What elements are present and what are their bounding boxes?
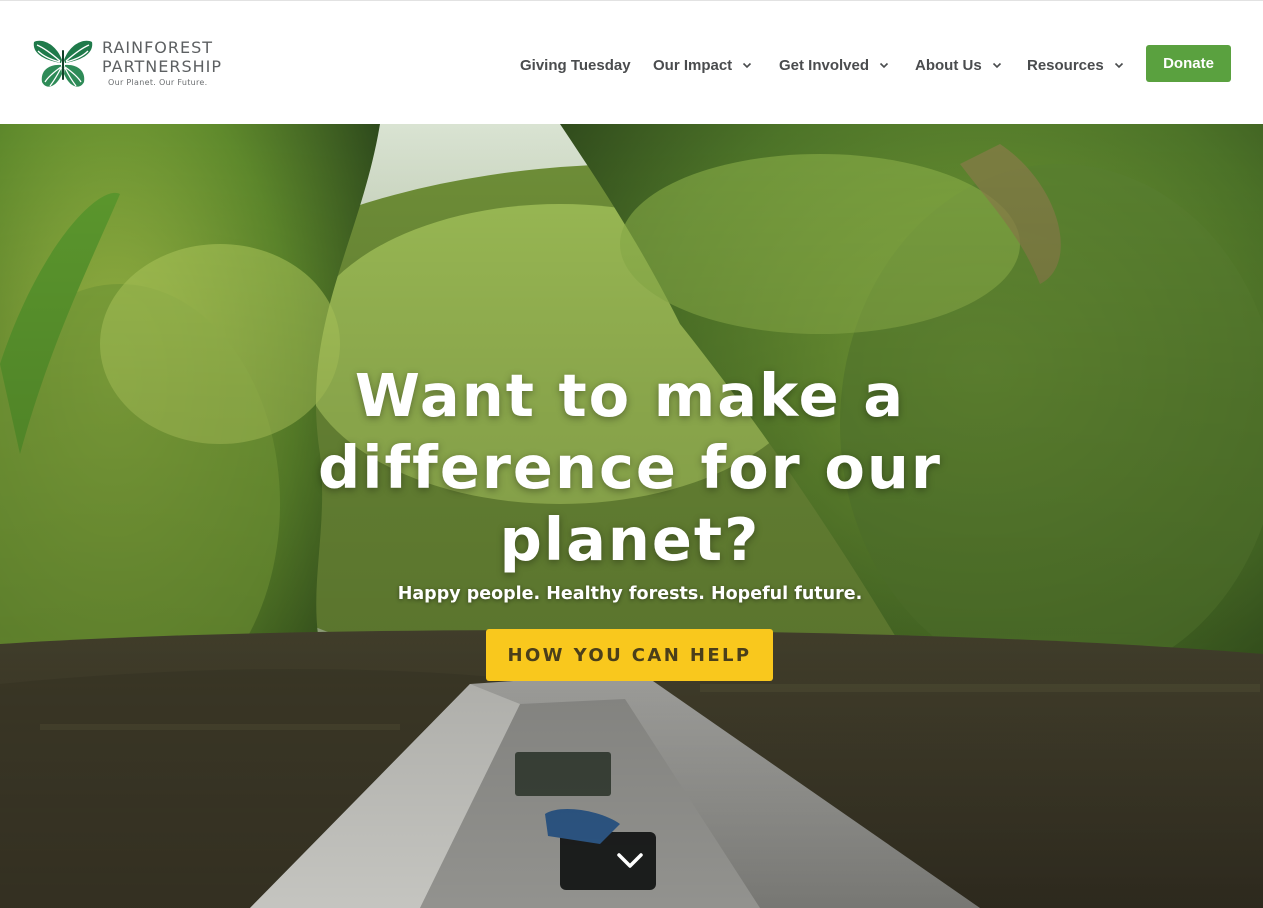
logo-tagline: Our Planet. Our Future. <box>108 78 208 87</box>
hero-headline-line: Want to make a <box>354 361 906 430</box>
nav-item-our-impact[interactable]: Our Impact <box>653 54 753 76</box>
butterfly-logo-icon <box>33 40 93 87</box>
chevron-down-icon <box>743 62 752 69</box>
site-header: RAINFOREST PARTNERSHIP Our Planet. Our F… <box>0 0 1263 124</box>
nav-item-label: Resources <box>1027 56 1104 74</box>
logo-wordmark-line1: RAINFOREST <box>102 38 214 57</box>
nav-item-about-us[interactable]: About Us <box>915 54 1003 76</box>
donate-button[interactable]: Donate <box>1146 45 1231 82</box>
chevron-down-icon <box>879 62 889 69</box>
nav-item-label: Get Involved <box>779 56 870 74</box>
nav-item-label: Our Impact <box>653 56 733 74</box>
chevron-down-icon <box>992 62 1001 69</box>
logo-wordmark-line2: PARTNERSHIP <box>102 57 223 76</box>
nav-item-label: About Us <box>915 56 982 74</box>
chevron-down-icon <box>1114 62 1123 69</box>
hero-subheadline: Happy people. Healthy forests. Hopeful f… <box>397 584 863 604</box>
hero-section: Want to make a difference for our planet… <box>0 124 1263 908</box>
how-you-can-help-button[interactable]: HOW YOU CAN HELP <box>486 629 773 681</box>
nav-item-get-involved[interactable]: Get Involved <box>779 54 890 76</box>
hero-headline: Want to make a difference for our planet… <box>290 360 970 576</box>
hero-headline-line: planet? <box>499 505 761 574</box>
nav-item-label: Giving Tuesday <box>520 56 631 74</box>
chevron-down-icon[interactable] <box>614 848 646 874</box>
nav-item-giving-tuesday[interactable]: Giving Tuesday <box>520 54 631 76</box>
hero-headline-line: difference for our <box>318 433 942 502</box>
page: RAINFOREST PARTNERSHIP Our Planet. Our F… <box>0 0 1263 908</box>
nav-item-resources[interactable]: Resources <box>1027 54 1125 76</box>
site-logo[interactable]: RAINFOREST PARTNERSHIP Our Planet. Our F… <box>32 38 242 92</box>
